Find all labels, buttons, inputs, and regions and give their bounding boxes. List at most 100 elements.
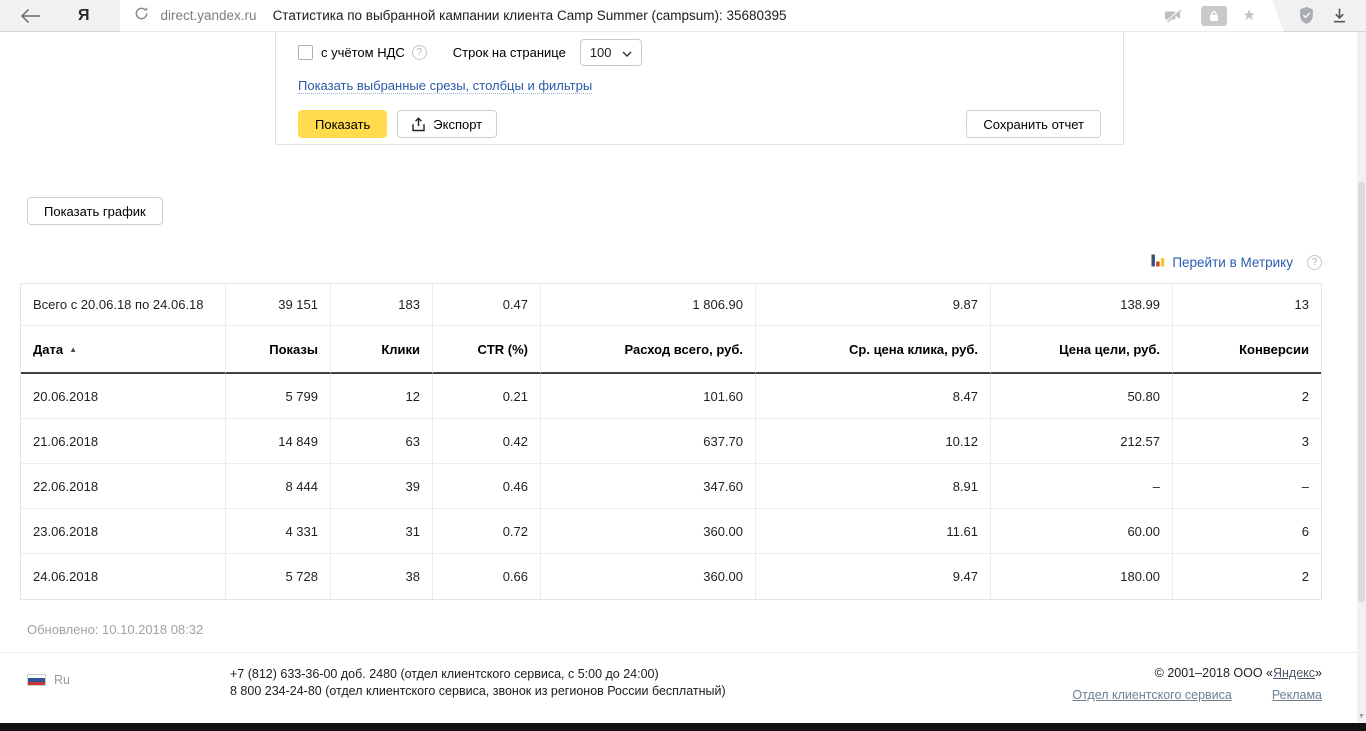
row-clicks-cell: 12 — [331, 374, 433, 419]
support-phone-2: 8 800 234-24-80 (отдел клиентского серви… — [230, 684, 726, 698]
stats-table: Всего с 20.06.18 по 24.06.18 39 151 183 … — [20, 283, 1322, 600]
row-avg-cpc-cell: 9.47 — [756, 554, 991, 599]
metrika-help-icon[interactable]: ? — [1307, 255, 1322, 270]
yandex-link[interactable]: Яндекс — [1273, 666, 1315, 680]
row-clicks-cell: 31 — [331, 509, 433, 554]
updated-timestamp: Обновлено: 10.10.2018 08:32 — [27, 622, 204, 637]
column-header-date[interactable]: Дата ▲ — [21, 326, 226, 374]
save-report-button[interactable]: Сохранить отчет — [966, 110, 1101, 138]
show-chart-button[interactable]: Показать график — [27, 197, 163, 225]
row-avg-cpc-cell: 11.61 — [756, 509, 991, 554]
total-ctr: 0.47 — [433, 284, 541, 326]
page-domain[interactable]: direct.yandex.ru — [161, 8, 257, 23]
column-header-goal-cost[interactable]: Цена цели, руб. — [991, 326, 1173, 374]
row-clicks-cell: 63 — [331, 419, 433, 464]
row-goal-cost-cell: 50.80 — [991, 374, 1173, 419]
download-icon[interactable] — [1331, 7, 1348, 24]
row-cost-cell: 360.00 — [541, 509, 756, 554]
column-header-ctr[interactable]: CTR (%) — [433, 326, 541, 374]
advertising-link[interactable]: Реклама — [1272, 688, 1322, 702]
row-ctr-cell: 0.66 — [433, 554, 541, 599]
row-ctr-cell: 0.46 — [433, 464, 541, 509]
report-settings-panel: с учётом НДС ? Строк на странице 100 Пок… — [275, 32, 1124, 145]
row-goal-cost-cell: 60.00 — [991, 509, 1173, 554]
footer-divider — [0, 652, 1357, 653]
back-icon[interactable] — [20, 8, 42, 24]
sort-asc-icon: ▲ — [69, 344, 78, 354]
copyright: © 2001–2018 ООО «Яндекс» — [1072, 666, 1322, 680]
footer-right: © 2001–2018 ООО «Яндекс» Отдел клиентско… — [1072, 666, 1322, 702]
total-impressions: 39 151 — [226, 284, 331, 326]
export-button-label: Экспорт — [433, 116, 483, 132]
total-conversions: 13 — [1173, 284, 1321, 326]
export-button[interactable]: Экспорт — [397, 110, 498, 138]
column-header-date-label: Дата — [33, 341, 64, 357]
total-row-label: Всего с 20.06.18 по 24.06.18 — [21, 284, 226, 326]
refresh-icon[interactable] — [134, 6, 149, 26]
vertical-scrollbar[interactable]: ▼ — [1357, 32, 1366, 723]
lock-icon[interactable] — [1201, 6, 1227, 26]
row-impressions-cell: 5 728 — [226, 554, 331, 599]
language-switcher[interactable]: Ru — [27, 673, 70, 687]
row-conversions-cell: 6 — [1173, 509, 1321, 554]
row-conversions-cell: – — [1173, 464, 1321, 509]
total-goal-cost: 138.99 — [991, 284, 1173, 326]
browser-chrome: Я direct.yandex.ru Статистика по выбранн… — [0, 0, 1366, 32]
column-header-conversions[interactable]: Конверсии — [1173, 326, 1321, 374]
go-to-metrika-link[interactable]: Перейти в Метрику — [1172, 255, 1293, 270]
column-header-impressions[interactable]: Показы — [226, 326, 331, 374]
row-goal-cost-cell: 212.57 — [991, 419, 1173, 464]
total-avg-cpc: 9.87 — [756, 284, 991, 326]
client-service-link[interactable]: Отдел клиентского сервиса — [1072, 688, 1231, 702]
row-avg-cpc-cell: 8.47 — [756, 374, 991, 419]
support-phones: +7 (812) 633-36-00 доб. 2480 (отдел клие… — [230, 666, 726, 700]
show-slices-link[interactable]: Показать выбранные срезы, столбцы и филь… — [298, 78, 593, 94]
yandex-browser-logo[interactable]: Я — [78, 7, 90, 25]
camera-off-icon[interactable] — [1164, 8, 1183, 23]
language-label: Ru — [54, 673, 70, 687]
row-date-cell: 21.06.2018 — [21, 419, 226, 464]
row-cost-cell: 360.00 — [541, 554, 756, 599]
row-date-cell: 22.06.2018 — [21, 464, 226, 509]
protect-shield-icon[interactable] — [1298, 6, 1315, 25]
scrollbar-down-arrow-icon[interactable]: ▼ — [1357, 713, 1366, 720]
support-phone-1: +7 (812) 633-36-00 доб. 2480 (отдел клие… — [230, 667, 659, 681]
row-impressions-cell: 4 331 — [226, 509, 331, 554]
column-header-avg-cpc[interactable]: Ср. цена клика, руб. — [756, 326, 991, 374]
export-icon — [412, 116, 425, 131]
show-button[interactable]: Показать — [298, 110, 388, 138]
row-ctr-cell: 0.42 — [433, 419, 541, 464]
row-impressions-cell: 14 849 — [226, 419, 331, 464]
address-bar[interactable]: direct.yandex.ru Статистика по выбранной… — [120, 0, 1285, 32]
bookmark-star-icon[interactable]: ★ — [1243, 8, 1256, 23]
vat-help-icon[interactable]: ? — [411, 44, 427, 60]
total-clicks: 183 — [331, 284, 433, 326]
page-title: Статистика по выбранной кампании клиента… — [272, 8, 787, 23]
chevron-down-icon — [622, 45, 632, 60]
row-cost-cell: 637.70 — [541, 419, 756, 464]
row-cost-cell: 101.60 — [541, 374, 756, 419]
copyright-prefix: © 2001–2018 ООО « — [1154, 666, 1273, 680]
row-avg-cpc-cell: 10.12 — [756, 419, 991, 464]
vat-checkbox[interactable] — [298, 44, 313, 60]
rows-per-page-value: 100 — [589, 44, 612, 60]
scrollbar-thumb[interactable] — [1358, 182, 1365, 602]
rows-per-page-select[interactable]: 100 — [579, 38, 642, 66]
row-date-cell: 20.06.2018 — [21, 374, 226, 419]
russia-flag-icon — [27, 674, 46, 686]
row-ctr-cell: 0.21 — [433, 374, 541, 419]
column-header-cost[interactable]: Расход всего, руб. — [541, 326, 756, 374]
row-goal-cost-cell: – — [991, 464, 1173, 509]
row-ctr-cell: 0.72 — [433, 509, 541, 554]
metrika-block: Перейти в Метрику ? — [1151, 253, 1322, 272]
metrika-barchart-icon — [1151, 253, 1165, 272]
copyright-suffix: » — [1315, 666, 1322, 680]
buttons-row: Показать Экспорт Сохранить отчет — [298, 110, 1101, 138]
row-conversions-cell: 2 — [1173, 554, 1321, 599]
row-clicks-cell: 39 — [331, 464, 433, 509]
row-goal-cost-cell: 180.00 — [991, 554, 1173, 599]
column-header-clicks[interactable]: Клики — [331, 326, 433, 374]
total-cost: 1 806.90 — [541, 284, 756, 326]
rows-per-page-label: Строк на странице — [452, 44, 566, 60]
row-avg-cpc-cell: 8.91 — [756, 464, 991, 509]
